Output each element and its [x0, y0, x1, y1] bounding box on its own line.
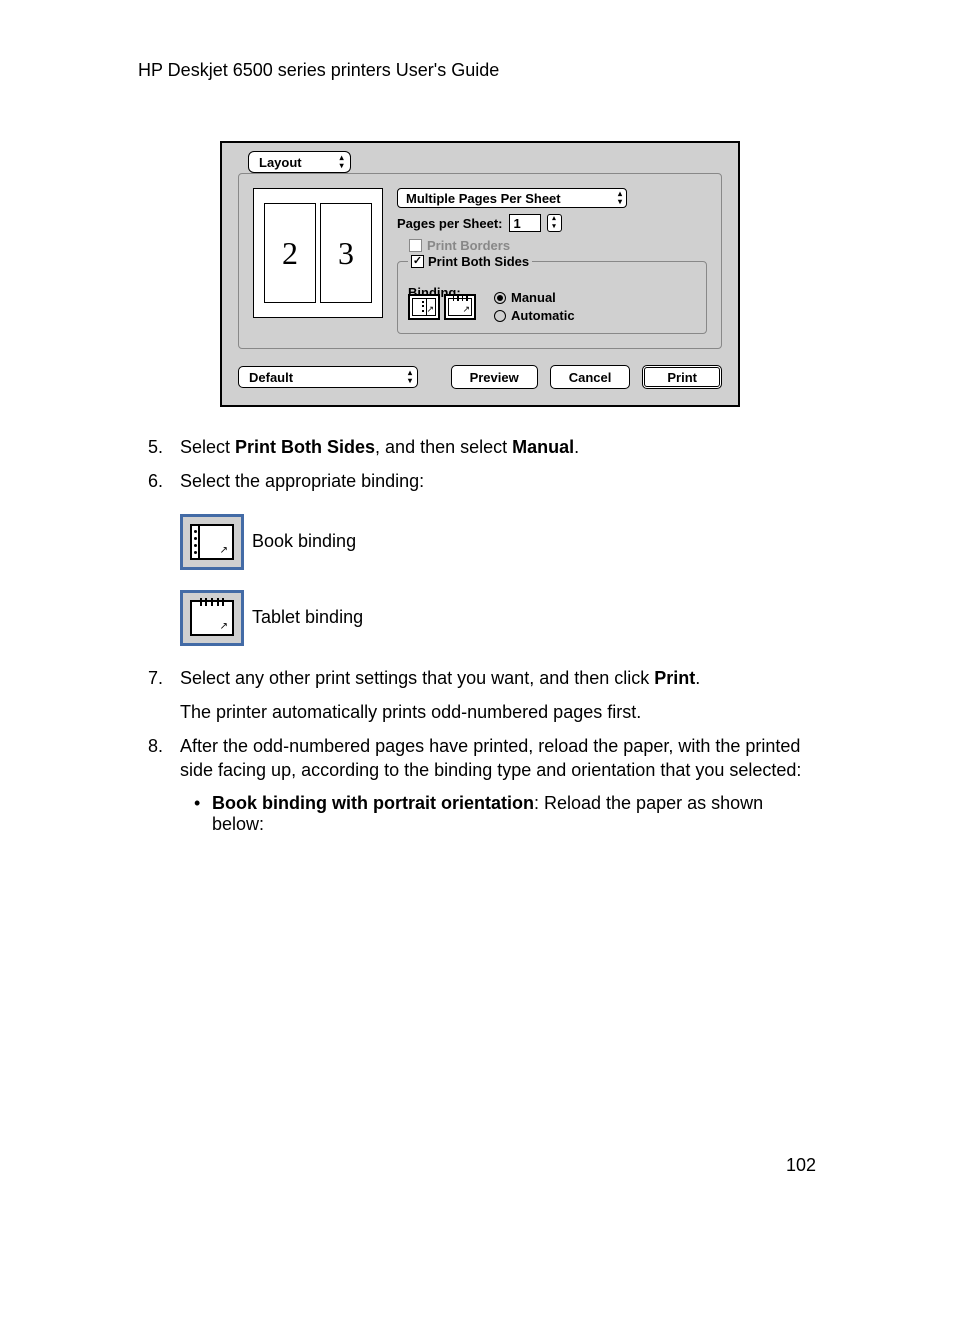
step-7-text-pre: Select any other print settings that you…	[180, 668, 654, 688]
step-7-substep: The printer automatically prints odd-num…	[180, 700, 816, 724]
automatic-radio-label: Automatic	[511, 308, 575, 323]
book-binding-example: ↗ Book binding	[180, 514, 816, 570]
automatic-radio[interactable]	[494, 310, 506, 322]
print-borders-label: Print Borders	[427, 238, 510, 253]
print-borders-checkbox[interactable]	[409, 239, 422, 252]
tablet-binding-icon: ↗	[180, 590, 244, 646]
stepper-icon: ▴▾	[618, 190, 622, 206]
dialog-footer: Default ▴▾ Preview Cancel Print	[238, 365, 722, 389]
step-8-sub-bullet: Book binding with portrait orientation: …	[194, 793, 816, 835]
step-5-text-pre: Select	[180, 437, 235, 457]
layout-groupbox: 2 3 Multiple Pages Per Sheet ▴▾ Pages pe…	[238, 173, 722, 349]
default-preset-label: Default	[249, 370, 293, 385]
tablet-binding-label: Tablet binding	[252, 607, 363, 628]
step-number: 6.	[148, 469, 163, 493]
binding-row: ↗	[408, 290, 696, 323]
print-dialog-screenshot: Layout ▴▾ 2 3 Multiple Pages Per Sheet ▴…	[220, 141, 816, 407]
step-8-text: After the odd-numbered pages have printe…	[180, 736, 801, 780]
layout-preview: 2 3	[253, 188, 383, 318]
instruction-list-continued: 7. Select any other print settings that …	[138, 666, 816, 783]
multiple-pages-select[interactable]: Multiple Pages Per Sheet ▴▾	[397, 188, 627, 208]
stepper-icon: ▴▾	[340, 154, 344, 170]
manual-radio[interactable]	[494, 292, 506, 304]
instruction-list: 5. Select Print Both Sides, and then sel…	[138, 435, 816, 494]
cancel-button[interactable]: Cancel	[550, 365, 631, 389]
print-button[interactable]: Print	[642, 365, 722, 389]
step-number: 8.	[148, 734, 163, 758]
automatic-radio-row[interactable]: Automatic	[494, 308, 575, 323]
print-both-sides-legend: ✓ Print Both Sides	[408, 254, 532, 269]
preview-button[interactable]: Preview	[451, 365, 538, 389]
default-preset-select[interactable]: Default ▴▾	[238, 366, 418, 388]
manual-radio-row[interactable]: Manual	[494, 290, 575, 305]
book-binding-icon: ↗	[180, 514, 244, 570]
pages-per-sheet-input[interactable]: 1	[509, 214, 541, 232]
print-both-sides-checkbox[interactable]: ✓	[411, 255, 424, 268]
step-5: 5. Select Print Both Sides, and then sel…	[138, 435, 816, 459]
stepper-icon: ▴▾	[408, 369, 412, 385]
pages-per-sheet-label: Pages per Sheet:	[397, 216, 503, 231]
pages-per-sheet-row: Pages per Sheet: 1 ▴▾	[397, 214, 707, 232]
book-binding-icon-button[interactable]: ↗	[408, 294, 440, 320]
page-number: 102	[138, 1155, 816, 1176]
layout-controls: Multiple Pages Per Sheet ▴▾ Pages per Sh…	[397, 188, 707, 334]
step-5-text-mid: , and then select	[375, 437, 512, 457]
pages-per-sheet-stepper[interactable]: ▴▾	[547, 214, 562, 232]
page-header: HP Deskjet 6500 series printers User's G…	[138, 60, 816, 81]
book-binding-label: Book binding	[252, 531, 356, 552]
binding-icon-group: ↗	[408, 294, 476, 320]
step-7: 7. Select any other print settings that …	[138, 666, 816, 725]
layout-tab-select[interactable]: Layout ▴▾	[248, 151, 351, 173]
multiple-pages-label: Multiple Pages Per Sheet	[406, 191, 561, 206]
preview-page-left: 2	[264, 203, 316, 303]
step-number: 5.	[148, 435, 163, 459]
step-5-text-post: .	[574, 437, 579, 457]
print-dialog: Layout ▴▾ 2 3 Multiple Pages Per Sheet ▴…	[220, 141, 740, 407]
layout-tab-label: Layout	[259, 155, 302, 170]
print-both-sides-fieldset: ✓ Print Both Sides Binding:	[397, 261, 707, 334]
step-6: 6. Select the appropriate binding:	[138, 469, 816, 493]
step-5-bold1: Print Both Sides	[235, 437, 375, 457]
step-5-bold2: Manual	[512, 437, 574, 457]
step-7-bold: Print	[654, 668, 695, 688]
step-8-sub-bold: Book binding with portrait orientation	[212, 793, 534, 813]
step-number: 7.	[148, 666, 163, 690]
manual-radio-label: Manual	[511, 290, 556, 305]
print-borders-row: Print Borders	[409, 238, 707, 253]
step-8: 8. After the odd-numbered pages have pri…	[138, 734, 816, 783]
tablet-binding-example: ↗ Tablet binding	[180, 590, 816, 646]
step-7-text-post: .	[695, 668, 700, 688]
binding-mode-radios: Manual Automatic	[494, 290, 575, 323]
tablet-binding-icon-button[interactable]: ↗	[444, 294, 476, 320]
step-6-text: Select the appropriate binding:	[180, 471, 424, 491]
print-both-sides-label: Print Both Sides	[428, 254, 529, 269]
preview-page-right: 3	[320, 203, 372, 303]
